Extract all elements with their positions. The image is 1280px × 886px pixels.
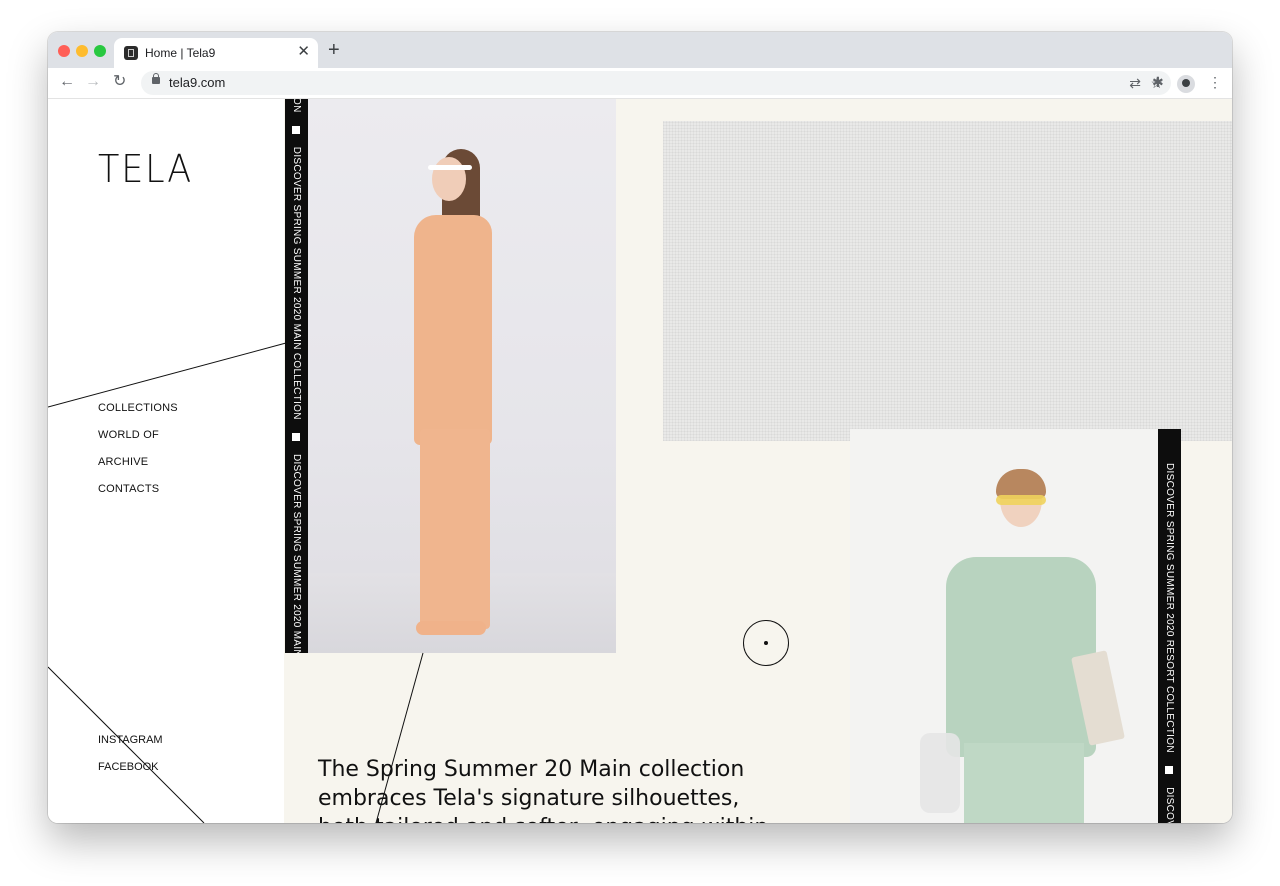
fabric-texture-image xyxy=(663,121,1232,441)
main-navigation: COLLECTIONS WORLD OF ARCHIVE CONTACTS xyxy=(98,401,178,509)
nav-item-contacts[interactable]: CONTACTS xyxy=(98,482,178,509)
model-head xyxy=(432,157,466,201)
nav-item-archive[interactable]: ARCHIVE xyxy=(98,455,178,482)
resort-ticker-text: DISCOVER SPRING SUMMER 2020 RESORT COLLE… xyxy=(1162,463,1177,823)
translate-icon[interactable]: ⇄ xyxy=(1129,74,1141,92)
ticker-label-tail: DISCOVER SPRING SUMMER 2020 MAIN COLLE xyxy=(291,453,302,653)
ticker-square-icon xyxy=(292,125,300,134)
site-logo[interactable]: TELA xyxy=(98,147,193,191)
facebook-link[interactable]: FACEBOOK xyxy=(98,760,163,787)
left-sidebar: TELA COLLECTIONS WORLD OF ARCHIVE CONTAC… xyxy=(48,99,284,823)
maximize-window-button[interactable] xyxy=(94,45,106,57)
ticker-lead: ON xyxy=(291,99,302,113)
web-page: TELA COLLECTIONS WORLD OF ARCHIVE CONTAC… xyxy=(48,99,1232,823)
main-collection-ticker[interactable]: ON DISCOVER SPRING SUMMER 2020 MAIN COLL… xyxy=(285,99,308,653)
minimize-window-button[interactable] xyxy=(76,45,88,57)
model-glasses xyxy=(996,495,1046,505)
url-text[interactable]: tela9.com xyxy=(169,75,225,90)
ticker-square-icon xyxy=(292,432,300,441)
nav-item-collections[interactable]: COLLECTIONS xyxy=(98,401,178,428)
profile-avatar[interactable] xyxy=(1177,75,1195,93)
model-peach-suit xyxy=(408,149,518,639)
extensions-icon[interactable]: ✱ xyxy=(1152,73,1164,91)
ticker-label-tail: DISCOVER SPRING xyxy=(1164,787,1175,823)
mint-pants xyxy=(964,743,1084,823)
tab-home[interactable]: Home | Tela9 ✕ xyxy=(114,38,318,68)
nav-item-world-of[interactable]: WORLD OF xyxy=(98,428,178,455)
forward-icon[interactable]: → xyxy=(85,73,101,91)
main-collection-photo[interactable] xyxy=(308,99,616,653)
model-shoe xyxy=(416,621,486,635)
resort-collection-ticker[interactable]: DISCOVER SPRING SUMMER 2020 RESORT COLLE… xyxy=(1158,429,1181,823)
collection-description: The Spring Summer 20 Main collection emb… xyxy=(318,757,768,823)
ticker-square-icon xyxy=(1165,765,1173,774)
browser-toolbar: ← → ↻ tela9.com ⇄ ☆ ✱ ⋮ xyxy=(48,68,1232,99)
social-links: INSTAGRAM FACEBOOK xyxy=(98,733,163,787)
tab-close-icon[interactable]: ✕ xyxy=(297,43,310,61)
ticker-label: DISCOVER SPRING SUMMER 2020 MAIN COLLECT… xyxy=(291,146,302,420)
cursor-circle-button[interactable] xyxy=(743,620,789,666)
ticker-label: DISCOVER SPRING SUMMER 2020 RESORT COLLE… xyxy=(1164,463,1175,753)
back-icon[interactable]: ← xyxy=(59,73,75,91)
close-window-button[interactable] xyxy=(58,45,70,57)
browser-menu-icon[interactable]: ⋮ xyxy=(1208,73,1222,91)
instagram-link[interactable]: INSTAGRAM xyxy=(98,733,163,760)
main-ticker-text: ON DISCOVER SPRING SUMMER 2020 MAIN COLL… xyxy=(289,99,304,653)
model-mint-suit xyxy=(920,469,1125,823)
tab-title: Home | Tela9 xyxy=(145,46,216,60)
tab-bar: Home | Tela9 ✕ + xyxy=(48,32,1232,68)
new-tab-button[interactable]: + xyxy=(328,40,340,60)
browser-window: Home | Tela9 ✕ + ← → ↻ tela9.com ⇄ ☆ ✱ ⋮… xyxy=(48,32,1232,823)
reload-icon[interactable]: ↻ xyxy=(113,73,126,91)
address-bar[interactable]: tela9.com ⇄ ☆ xyxy=(141,71,1171,95)
lock-icon[interactable] xyxy=(152,73,160,84)
peach-jacket xyxy=(414,215,492,445)
peach-pants xyxy=(420,429,490,629)
resort-collection-photo[interactable] xyxy=(850,429,1160,823)
favicon-icon xyxy=(124,46,138,60)
plastic-bag xyxy=(920,733,960,813)
model-glasses xyxy=(428,165,472,170)
